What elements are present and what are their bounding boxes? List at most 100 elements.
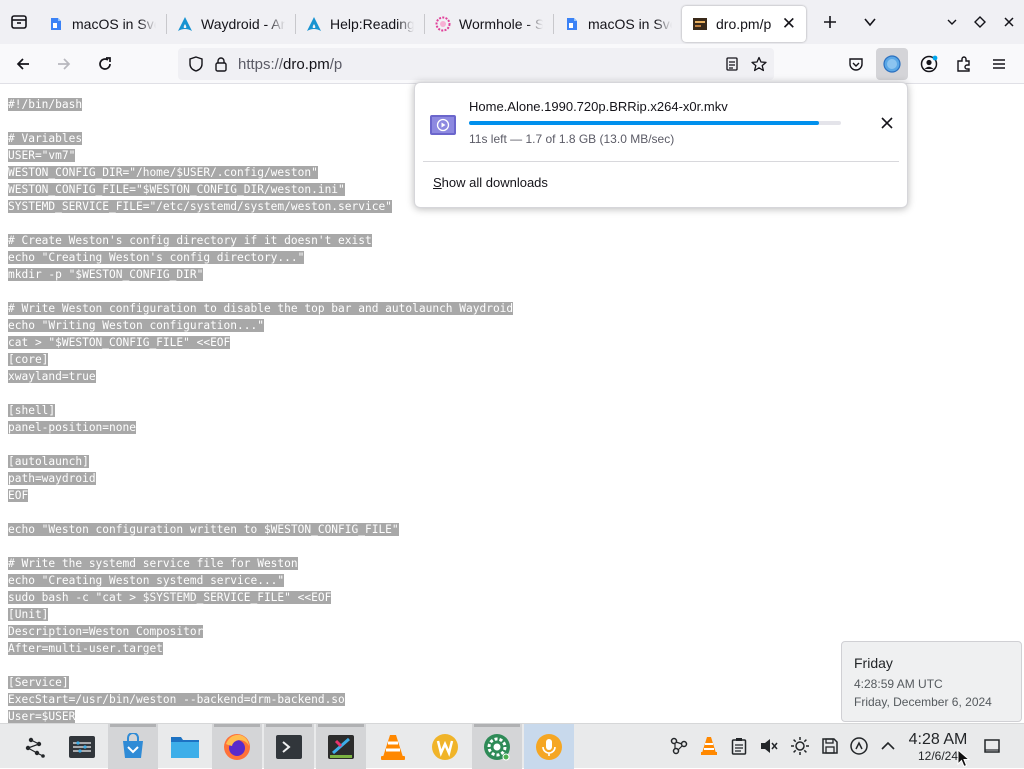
url-path: /p xyxy=(329,55,343,73)
list-all-tabs-button[interactable] xyxy=(850,0,890,44)
pocket-button[interactable] xyxy=(840,48,872,80)
tab-wormhole[interactable]: Wormhole - Share files xyxy=(425,6,553,42)
maximize-diamond-icon xyxy=(974,16,986,28)
puzzle-piece-icon xyxy=(957,56,970,72)
app-menu-button[interactable] xyxy=(983,48,1015,80)
task-firefox[interactable] xyxy=(212,724,262,769)
code-line-text: xwayland=true xyxy=(8,370,96,383)
code-line-text: SYSTEMD_SERVICE_FILE="/etc/systemd/syste… xyxy=(8,200,392,213)
code-line-text: # Write Weston configuration to disable … xyxy=(8,302,514,315)
window-maximize-button[interactable] xyxy=(966,0,994,44)
tab-macos-in-svelte-2[interactable]: macOS in Svelte xyxy=(554,6,682,42)
tooltip-utc-time: 4:28:59 AM UTC xyxy=(854,677,943,691)
code-line-text: EOF xyxy=(8,489,29,502)
bookmark-star-icon[interactable] xyxy=(749,54,769,74)
task-system-settings[interactable] xyxy=(57,724,107,769)
code-line: EOF xyxy=(8,487,1016,504)
tray-updates[interactable] xyxy=(848,735,870,757)
mouse-cursor-icon xyxy=(957,749,971,768)
firefox-view-icon xyxy=(11,15,27,29)
tab-strip: macOS in Svelte Waydroid - ArchWiki Help… xyxy=(0,0,1024,44)
url-bar[interactable]: https://dro.pm/p xyxy=(178,48,774,80)
code-line: panel-position=none xyxy=(8,419,1016,436)
tray-network[interactable] xyxy=(668,735,690,757)
task-discover[interactable] xyxy=(108,724,158,769)
code-line: echo "Creating Weston's config directory… xyxy=(8,249,1016,266)
download-progress-fill xyxy=(469,121,819,125)
tray-clipboard[interactable] xyxy=(728,735,750,757)
application-launcher-button[interactable] xyxy=(10,724,60,769)
account-button[interactable] xyxy=(913,48,945,80)
window-minimize-button[interactable] xyxy=(938,0,966,44)
reader-view-icon[interactable] xyxy=(722,54,742,74)
tray-save[interactable] xyxy=(819,735,841,757)
code-line-text: path=waydroid xyxy=(8,472,96,485)
minimize-chevron-icon xyxy=(947,19,957,25)
reload-button[interactable] xyxy=(87,48,123,80)
hamburger-menu-icon xyxy=(993,59,1005,69)
tracking-protection-shield-icon[interactable] xyxy=(186,54,206,74)
tab-label: dro.pm/p xyxy=(716,16,772,32)
vlc-tray-icon xyxy=(701,737,717,755)
task-kdenlive[interactable] xyxy=(316,724,366,769)
code-line-text: ExecStart=/usr/bin/weston --backend=drm-… xyxy=(8,693,345,706)
forward-button[interactable] xyxy=(46,48,82,80)
download-filename: Home.Alone.1990.720p.BRRip.x264-x0r.mkv xyxy=(469,99,728,114)
code-line-text: #!/bin/bash xyxy=(8,98,83,111)
code-line: # Create Weston's config directory if it… xyxy=(8,232,1016,249)
tray-volume[interactable] xyxy=(758,735,780,757)
lock-icon[interactable] xyxy=(211,54,231,74)
svelte-blue-favicon-icon xyxy=(48,16,64,32)
expand-tray-icon xyxy=(881,741,895,750)
chevron-down-icon xyxy=(864,18,876,27)
back-button[interactable] xyxy=(5,48,41,80)
tab-waydroid-archwiki[interactable]: Waydroid - ArchWiki xyxy=(167,6,295,42)
code-line-text: Description=Weston Compositor xyxy=(8,625,204,638)
tab-help-reading[interactable]: Help:Reading xyxy=(296,6,424,42)
firefox-view-button[interactable] xyxy=(0,0,38,44)
svelte-blue-favicon-icon xyxy=(564,16,580,32)
task-terminal[interactable] xyxy=(264,724,314,769)
task-file-manager[interactable] xyxy=(160,724,210,769)
task-vlc[interactable] xyxy=(368,724,418,769)
show-desktop-button[interactable] xyxy=(981,735,1003,757)
code-line-text: User=$USER xyxy=(8,710,76,723)
application-launcher-icon xyxy=(25,737,45,758)
tray-expander[interactable] xyxy=(877,735,899,757)
code-line-text: USER="vm7" xyxy=(8,149,76,162)
task-settings-gear[interactable] xyxy=(472,724,522,769)
task-voice-recorder[interactable] xyxy=(524,724,574,769)
window-close-button[interactable] xyxy=(994,0,1024,44)
code-line-text: WESTON_CONFIG_FILE="$WESTON_CONFIG_DIR/w… xyxy=(8,183,345,196)
system-settings-icon xyxy=(69,735,95,758)
file-manager-icon xyxy=(171,736,199,758)
show-all-downloads-button[interactable]: Show all downloads xyxy=(433,175,548,190)
code-line-text: echo "Creating Weston systemd service...… xyxy=(8,574,285,587)
downloads-button[interactable] xyxy=(876,48,908,80)
archlinux-favicon-icon xyxy=(177,16,193,32)
new-tab-button[interactable] xyxy=(810,0,850,44)
extensions-button[interactable] xyxy=(948,48,980,80)
code-line-text: panel-position=none xyxy=(8,421,136,434)
tab-dro-pm[interactable]: dro.pm/p ✕ xyxy=(682,6,806,42)
code-line-text: echo "Creating Weston's config directory… xyxy=(8,251,305,264)
code-line-text: [autolaunch] xyxy=(8,455,89,468)
tray-vlc[interactable] xyxy=(698,735,720,757)
task-wps-office[interactable] xyxy=(420,724,470,769)
url-text: https://dro.pm/p xyxy=(238,56,342,73)
code-line-text: echo "Writing Weston configuration..." xyxy=(8,319,264,332)
tooltip-day: Friday xyxy=(854,655,893,671)
voice-recorder-icon xyxy=(536,733,562,760)
tab-close-icon[interactable]: ✕ xyxy=(782,14,796,34)
vlc-icon xyxy=(381,734,405,760)
code-line: [autolaunch] xyxy=(8,453,1016,470)
code-line: path=waydroid xyxy=(8,470,1016,487)
download-item[interactable]: Home.Alone.1990.720p.BRRip.x264-x0r.mkv … xyxy=(425,91,901,153)
tray-brightness[interactable] xyxy=(789,735,811,757)
tab-macos-in-svelte-1[interactable]: macOS in Svelte xyxy=(38,6,166,42)
code-line: [shell] xyxy=(8,402,1016,419)
cancel-download-button[interactable] xyxy=(873,109,901,137)
tab-label: macOS in Svelte xyxy=(72,16,156,32)
